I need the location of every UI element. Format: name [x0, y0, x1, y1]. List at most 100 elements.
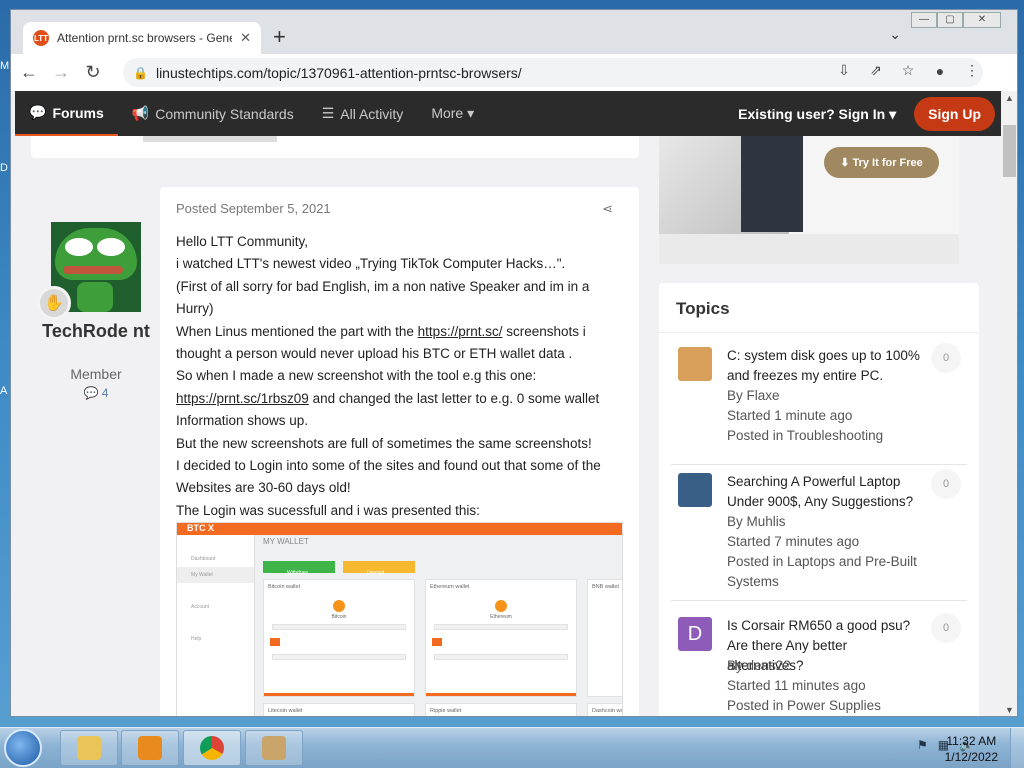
taskbar-explorer[interactable] [60, 730, 118, 766]
back-arrow-icon[interactable]: ← [15, 59, 43, 87]
taskbar-media-player[interactable] [121, 730, 179, 766]
sign-in-link[interactable]: Existing user? Sign In ▾ [738, 106, 896, 123]
topic-title[interactable]: Searching A Powerful Laptop Under 900$, … [727, 472, 927, 512]
wallet-card-title: BNB wallet [592, 584, 619, 590]
ethereum-icon [495, 600, 507, 612]
post-body: Hello LTT Community, i watched LTT's new… [176, 231, 628, 522]
clock-date: 1/12/2022 [944, 750, 998, 764]
topic-author[interactable]: By Flaxe [727, 386, 780, 406]
lock-icon[interactable]: 🔒 [133, 66, 148, 80]
profile-avatar-icon[interactable]: ● [929, 63, 951, 79]
scroll-down-arrow-icon[interactable]: ▼ [1005, 705, 1014, 715]
topic-author[interactable]: By dens22 [727, 656, 791, 676]
post-count-value: 4 [101, 386, 109, 400]
author-name[interactable]: TechRode nt [31, 320, 161, 342]
prnt-sc-example-link[interactable]: https://prnt.sc/1rbsz09 [176, 391, 309, 406]
media-player-icon [138, 736, 162, 760]
maximize-button[interactable]: ▢ [937, 12, 963, 28]
post-paragraph: When Linus mentioned the part with the h… [176, 321, 628, 366]
topic-forum[interactable]: Posted in Laptops and Pre-Built Systems [727, 552, 927, 592]
topic-forum[interactable]: Posted in Troubleshooting [727, 426, 883, 446]
topic-title[interactable]: C: system disk goes up to 100% and freez… [727, 346, 927, 386]
browser-toolbar: ← → ↻ 🔒 linustechtips.com/topic/1370961-… [11, 54, 1017, 91]
nav-forums-label: Forums [52, 104, 104, 121]
topic-avatar[interactable] [678, 347, 712, 381]
taskbar-paint[interactable] [245, 730, 303, 766]
address-bar-actions: ⇩ ⇗ ☆ ● ⋮ [833, 62, 983, 79]
url-text[interactable]: linustechtips.com/topic/1370961-attentio… [156, 65, 522, 81]
taskbar-chrome[interactable] [183, 730, 241, 766]
bookmark-star-icon[interactable]: ☆ [897, 62, 919, 79]
browser-menu-icon[interactable]: ⋮ [961, 62, 983, 79]
topic-started: Started 11 minutes ago [727, 678, 866, 693]
action-center-flag-icon[interactable]: ⚑ [917, 738, 928, 752]
topic-item[interactable]: D Is Corsair RM650 a good psu? Are there… [671, 603, 967, 716]
minimize-button[interactable]: — [911, 12, 937, 28]
screenshot-side-item [177, 615, 254, 631]
reload-icon[interactable]: ↻ [79, 59, 107, 87]
topic-started: Started 1 minute ago [727, 408, 853, 423]
wallet-orange-button [270, 638, 280, 646]
forward-arrow-icon[interactable]: → [47, 59, 75, 87]
topic-avatar[interactable]: D [678, 617, 712, 651]
folder-icon [77, 736, 101, 760]
topic-avatar[interactable] [678, 473, 712, 507]
list-icon: ☰ [321, 105, 335, 121]
clock[interactable]: 11:32 AM 1/12/2022 [945, 733, 998, 765]
share-icon[interactable]: ⇗ [865, 62, 887, 79]
screenshot-wallet-card-row2: Ripple wallet [425, 703, 577, 716]
frog-lip [63, 266, 123, 274]
show-desktop-button[interactable] [1010, 728, 1024, 768]
embedded-wallet-screenshot[interactable]: BTC X MY WALLET Dashboard My Wallet Acco… [176, 522, 623, 716]
tab-search-chevron-icon[interactable]: ⌄ [889, 26, 901, 43]
scroll-up-arrow-icon[interactable]: ▲ [1005, 93, 1014, 103]
screenshot-header: BTC X [177, 523, 622, 535]
topic-item[interactable]: Searching A Powerful Laptop Under 900$, … [671, 459, 967, 601]
megaphone-icon: 📢 [131, 105, 150, 121]
screenshot-wallet-card-row2: Litecoin wallet [263, 703, 415, 716]
post-date[interactable]: Posted September 5, 2021 [176, 201, 331, 216]
post-text: When Linus mentioned the part with the [176, 323, 414, 339]
previous-post-card [31, 136, 639, 158]
browser-window: LTT Attention prnt.sc browsers - Gene ✕ … [10, 9, 1018, 717]
wallet-card-name: Ethereum [490, 614, 512, 620]
taskbar: ⚑ ▦ 🔈 11:32 AM 1/12/2022 [0, 727, 1024, 768]
tab-close-icon[interactable]: ✕ [240, 30, 251, 46]
screenshot-side-item: Dashboard [191, 556, 216, 562]
start-button[interactable] [4, 729, 42, 767]
new-tab-button[interactable]: + [273, 24, 286, 50]
sign-up-button[interactable]: Sign Up [914, 97, 995, 131]
page-scrollbar[interactable]: ▲ ▼ [1001, 91, 1017, 716]
address-bar[interactable]: 🔒 linustechtips.com/topic/1370961-attent… [123, 58, 983, 87]
ad-monitor [741, 136, 803, 232]
scrollbar-thumb[interactable] [1003, 125, 1016, 177]
install-app-icon[interactable]: ⇩ [833, 62, 855, 79]
wallet-address-bar [434, 624, 568, 630]
previous-post-bar [143, 136, 277, 142]
topic-forum[interactable]: Posted in Power Supplies [727, 696, 881, 716]
share-icon[interactable]: ⋖ [602, 201, 613, 217]
topic-author[interactable]: By Muhlis [727, 512, 786, 532]
screenshot-side-item: My Wallet [177, 567, 254, 583]
nav-more[interactable]: More ▾ [417, 91, 488, 136]
browser-tab[interactable]: LTT Attention prnt.sc browsers - Gene ✕ [23, 22, 261, 54]
nav-all-activity[interactable]: ☰ All Activity [308, 91, 418, 136]
nav-forums[interactable]: 💬 Forums [15, 91, 118, 136]
post-line: i watched LTT's newest video „Trying Tik… [176, 256, 566, 272]
desktop-icon-label: A [0, 385, 8, 397]
close-button[interactable]: ✕ [963, 12, 1001, 28]
author-post-count: 💬 4 [83, 386, 109, 400]
topic-reply-count: 0 [931, 469, 961, 499]
nav-all-activity-label: All Activity [340, 105, 404, 122]
try-it-for-free-button[interactable]: ⬇ Try It for Free [824, 147, 939, 178]
screenshot-deposit-label: Deposit [367, 570, 384, 576]
chat-icon: 💬 [29, 104, 47, 120]
prnt-sc-link[interactable]: https://prnt.sc/ [418, 324, 503, 339]
topic-item[interactable]: C: system disk goes up to 100% and freez… [671, 333, 967, 465]
topic-started: Started 7 minutes ago [727, 534, 860, 549]
nav-community-standards-label: Community Standards [155, 105, 294, 122]
post-line: So when I made a new screenshot with the… [176, 368, 537, 384]
nav-community-standards[interactable]: 📢 Community Standards [118, 91, 308, 136]
post-card: Posted September 5, 2021 ⋖ Hello LTT Com… [160, 187, 639, 716]
post-line: Hello LTT Community, [176, 234, 309, 249]
